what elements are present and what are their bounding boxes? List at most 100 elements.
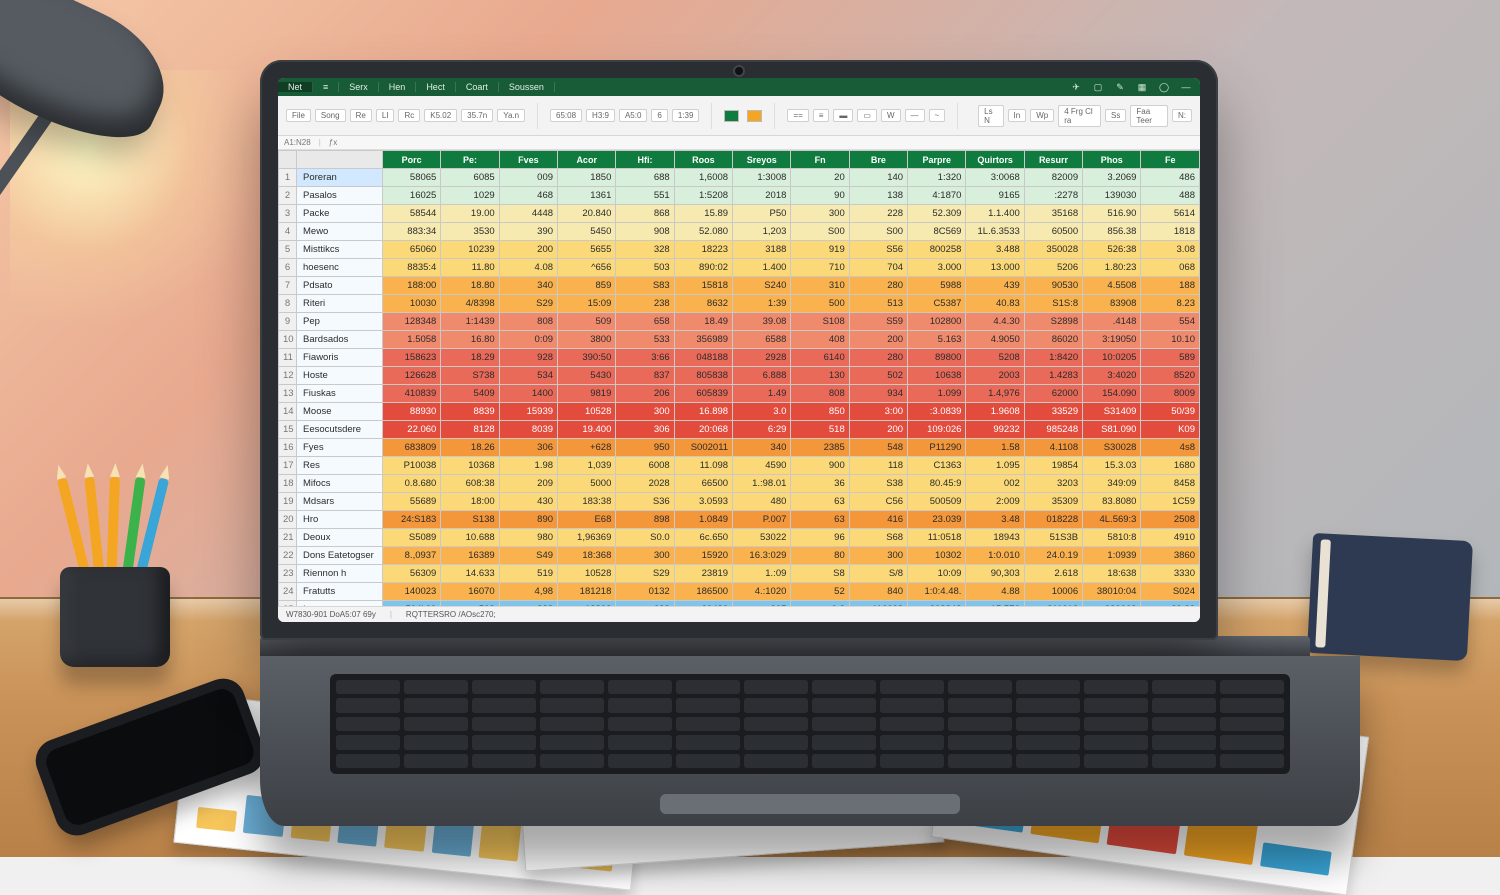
cell[interactable]: 3188 — [733, 241, 791, 259]
cell[interactable]: 3.0593 — [674, 493, 732, 511]
table-row[interactable]: 18Mifocs0.8.680608:3820950002028665001.:… — [279, 475, 1200, 493]
ribbon-item[interactable]: Ya.n — [497, 109, 525, 122]
row-number[interactable]: 20 — [279, 511, 297, 529]
cell[interactable]: 2:009 — [966, 493, 1024, 511]
cell[interactable]: S2898 — [1024, 313, 1082, 331]
cell[interactable]: 4.08 — [499, 259, 557, 277]
ribbon-tab[interactable]: Hect — [416, 82, 456, 92]
cell[interactable]: 8C569 — [908, 223, 966, 241]
cell[interactable]: 883:34 — [383, 223, 441, 241]
cell[interactable]: :2278 — [1024, 187, 1082, 205]
cell[interactable]: 4s8 — [1141, 439, 1200, 457]
cell[interactable]: 33529 — [1024, 403, 1082, 421]
cell[interactable]: 88930 — [383, 403, 441, 421]
cell[interactable]: 9819 — [558, 385, 616, 403]
cell[interactable]: 24:S183 — [383, 511, 441, 529]
cell[interactable]: 11.098 — [674, 457, 732, 475]
cell[interactable]: 10302 — [908, 547, 966, 565]
cell[interactable]: 90 — [791, 187, 849, 205]
table-row[interactable]: 16Fyes68380918.26306+628950S002011340238… — [279, 439, 1200, 457]
cell[interactable]: 55689 — [383, 493, 441, 511]
cell[interactable]: 11.80 — [441, 259, 499, 277]
cell[interactable]: 8009 — [1141, 385, 1200, 403]
cell[interactable]: 52.309 — [908, 205, 966, 223]
cell[interactable]: 5430 — [558, 367, 616, 385]
table-row[interactable]: 13Fiuskas4108395409140098192066058391.49… — [279, 385, 1200, 403]
cell[interactable]: 5450 — [558, 223, 616, 241]
cell[interactable]: 2928 — [733, 349, 791, 367]
sheet-grid[interactable]: PorcPe:FvesAcorHfi:RoosSreyosFnBreParpre… — [278, 150, 1200, 606]
cell[interactable]: 486 — [1141, 169, 1200, 187]
row-number[interactable]: 16 — [279, 439, 297, 457]
cell[interactable]: P50 — [733, 205, 791, 223]
cell[interactable]: 4910 — [1141, 529, 1200, 547]
cell[interactable]: 15:09 — [558, 295, 616, 313]
cell[interactable]: 500 — [791, 295, 849, 313]
cell[interactable]: 6:29 — [733, 421, 791, 439]
cell[interactable]: 928 — [499, 349, 557, 367]
cell[interactable]: 15:576 — [966, 601, 1024, 607]
cell[interactable]: P.007 — [733, 511, 791, 529]
cell[interactable]: 50/39 — [1141, 403, 1200, 421]
cell[interactable]: 16025 — [383, 187, 441, 205]
cell[interactable]: 2.618 — [1024, 565, 1082, 583]
cell[interactable]: 856.38 — [1083, 223, 1141, 241]
cell[interactable]: 5000 — [558, 475, 616, 493]
cell[interactable]: 186500 — [674, 583, 732, 601]
table-row[interactable]: 8Riteri100304/8398S2915:0923886321:39500… — [279, 295, 1200, 313]
cell[interactable]: +628 — [558, 439, 616, 457]
cell[interactable]: 158623 — [383, 349, 441, 367]
row-label[interactable]: Poreran — [297, 169, 383, 187]
ribbon-item[interactable]: Rc — [398, 109, 420, 122]
table-row[interactable]: 1Poreran58065608500918506881,60081:30082… — [279, 169, 1200, 187]
cell[interactable]: 8839 — [441, 403, 499, 421]
row-label[interactable]: Mewo — [297, 223, 383, 241]
cell[interactable]: 416 — [849, 511, 907, 529]
cell[interactable]: 310 — [791, 277, 849, 295]
column-header[interactable]: Fves — [499, 151, 557, 169]
table-row[interactable]: 12Hoste126628S73853454308378058386.88813… — [279, 367, 1200, 385]
cell[interactable]: 340 — [733, 439, 791, 457]
cell[interactable]: 200 — [499, 241, 557, 259]
cell[interactable]: S83 — [616, 277, 674, 295]
ribbon-item[interactable]: K5.02 — [424, 109, 457, 122]
cell[interactable]: 4:1870 — [908, 187, 966, 205]
cell[interactable]: 1.1.400 — [966, 205, 1024, 223]
cell[interactable]: 950 — [616, 439, 674, 457]
table-row[interactable]: 3Packe5854419.00444820.84086815.89P50300… — [279, 205, 1200, 223]
cell[interactable]: 488 — [1141, 187, 1200, 205]
cell[interactable]: 1:0.010 — [966, 547, 1024, 565]
row-label[interactable]: Deoux — [297, 529, 383, 547]
row-number[interactable]: 22 — [279, 547, 297, 565]
table-row[interactable]: 22Dons Eatetogser8.,093716389S4918:36830… — [279, 547, 1200, 565]
cell[interactable]: 408 — [791, 331, 849, 349]
row-label[interactable]: hoesenc — [297, 259, 383, 277]
cell[interactable]: 18223 — [674, 241, 732, 259]
row-label[interactable]: Pdsato — [297, 277, 383, 295]
cell[interactable]: 009 — [499, 169, 557, 187]
cell[interactable]: 15818 — [674, 277, 732, 295]
row-number[interactable]: 19 — [279, 493, 297, 511]
cell[interactable]: 048188 — [674, 349, 732, 367]
cell[interactable]: 10368 — [441, 457, 499, 475]
cell[interactable]: 1.:98.01 — [733, 475, 791, 493]
cell[interactable]: 3:4020 — [1083, 367, 1141, 385]
cell[interactable]: 19.00 — [441, 205, 499, 223]
cell[interactable]: 82009 — [1024, 169, 1082, 187]
cell[interactable]: 328 — [616, 241, 674, 259]
cell[interactable]: 554 — [1141, 313, 1200, 331]
cell[interactable]: 4.9050 — [966, 331, 1024, 349]
cell[interactable]: 1680 — [1141, 457, 1200, 475]
theme-swatch-amber[interactable] — [747, 110, 762, 122]
table-row[interactable]: 21DeouxS508910.6889801,96369S0.06c.65053… — [279, 529, 1200, 547]
cell[interactable]: 0132 — [616, 583, 674, 601]
cell[interactable]: 206 — [616, 385, 674, 403]
cell[interactable]: C5387 — [908, 295, 966, 313]
cell[interactable]: 300 — [616, 403, 674, 421]
cell[interactable]: 1:39 — [733, 295, 791, 313]
cell[interactable]: 4448 — [499, 205, 557, 223]
cell[interactable]: 20 — [791, 169, 849, 187]
column-header[interactable]: Roos — [674, 151, 732, 169]
edit-icon[interactable]: ✎ — [1112, 79, 1128, 95]
circle-icon[interactable]: ◯ — [1156, 79, 1172, 95]
